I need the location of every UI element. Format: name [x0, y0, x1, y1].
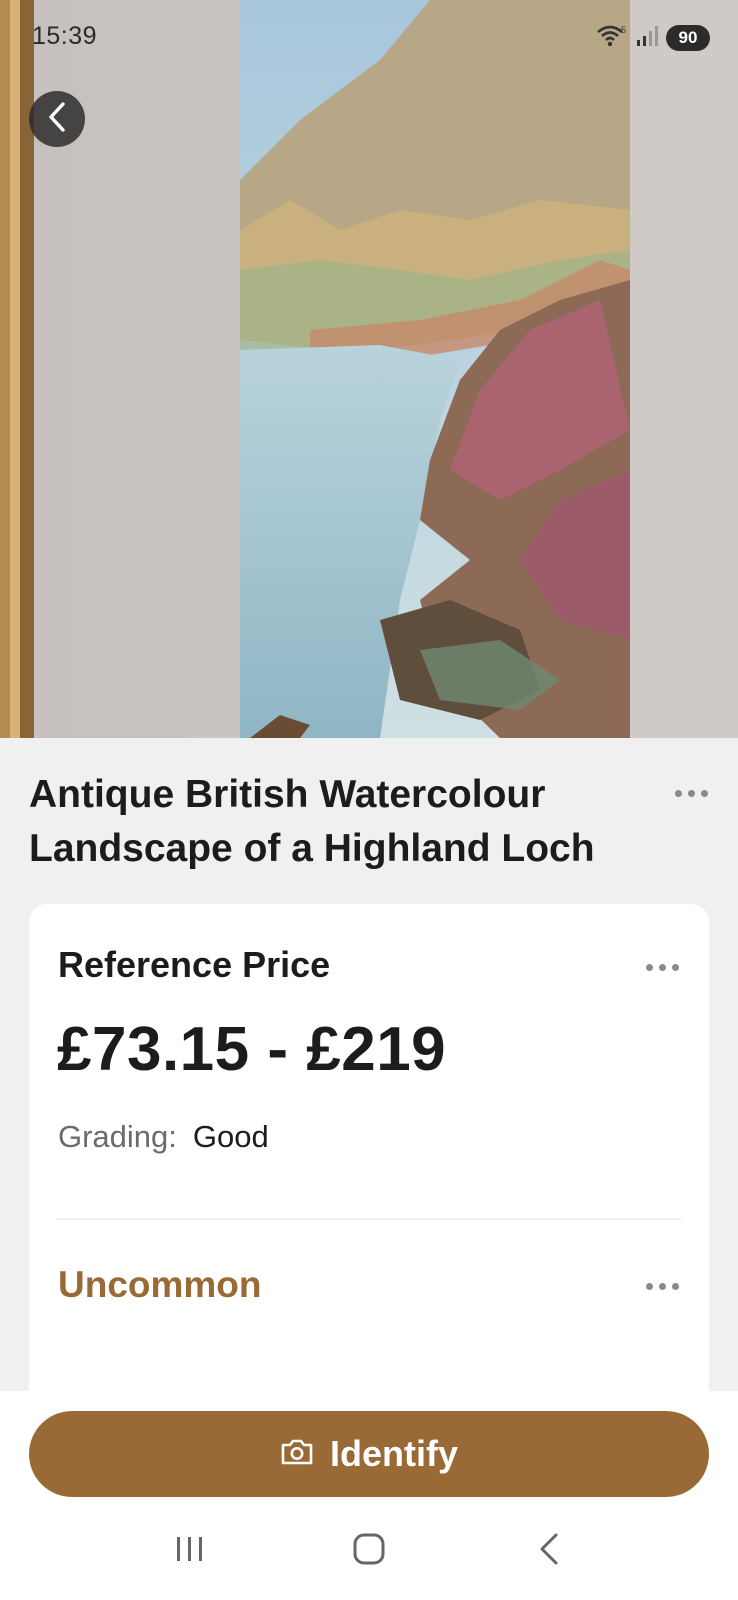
identify-button[interactable]: Identify: [29, 1411, 709, 1497]
system-back-button[interactable]: [508, 1526, 588, 1576]
rarity-more-button[interactable]: [642, 1279, 683, 1294]
price-more-button[interactable]: [642, 960, 683, 975]
item-photo: [0, 0, 738, 738]
status-bar: 15:39 5 90: [0, 0, 738, 76]
back-button[interactable]: [29, 91, 85, 147]
reference-price-label: Reference Price: [58, 944, 331, 985]
back-icon: [536, 1532, 560, 1571]
app-screen: 15:39 5 90 Antique British Watercolour L…: [0, 0, 738, 1600]
title-more-button[interactable]: [671, 786, 712, 801]
grading-row: Grading: Good: [58, 1119, 269, 1155]
item-title: Antique British Watercolour Landscape of…: [29, 773, 595, 870]
home-icon: [352, 1532, 386, 1571]
bottom-bar: Identify: [0, 1391, 738, 1600]
grading-label: Grading:: [58, 1119, 177, 1154]
system-nav-bar: [0, 1521, 738, 1581]
rarity-label: Uncommon: [58, 1264, 262, 1305]
battery-icon: 90: [666, 25, 710, 51]
camera-icon: [280, 1433, 314, 1475]
status-time: 15:39: [32, 22, 98, 50]
divider: [57, 1218, 681, 1220]
home-button[interactable]: [329, 1526, 409, 1576]
status-icons: 5 90: [596, 24, 710, 52]
chevron-left-icon: [46, 101, 68, 138]
svg-text:5: 5: [621, 25, 626, 35]
recent-apps-button[interactable]: [150, 1526, 230, 1576]
wifi-icon: 5: [596, 24, 628, 53]
price-range: £73.15 - £219: [57, 1015, 447, 1084]
grading-value: Good: [192, 1119, 269, 1154]
identify-label: Identify: [329, 1433, 458, 1474]
recent-apps-icon: [175, 1535, 205, 1568]
signal-icon: [636, 25, 658, 52]
